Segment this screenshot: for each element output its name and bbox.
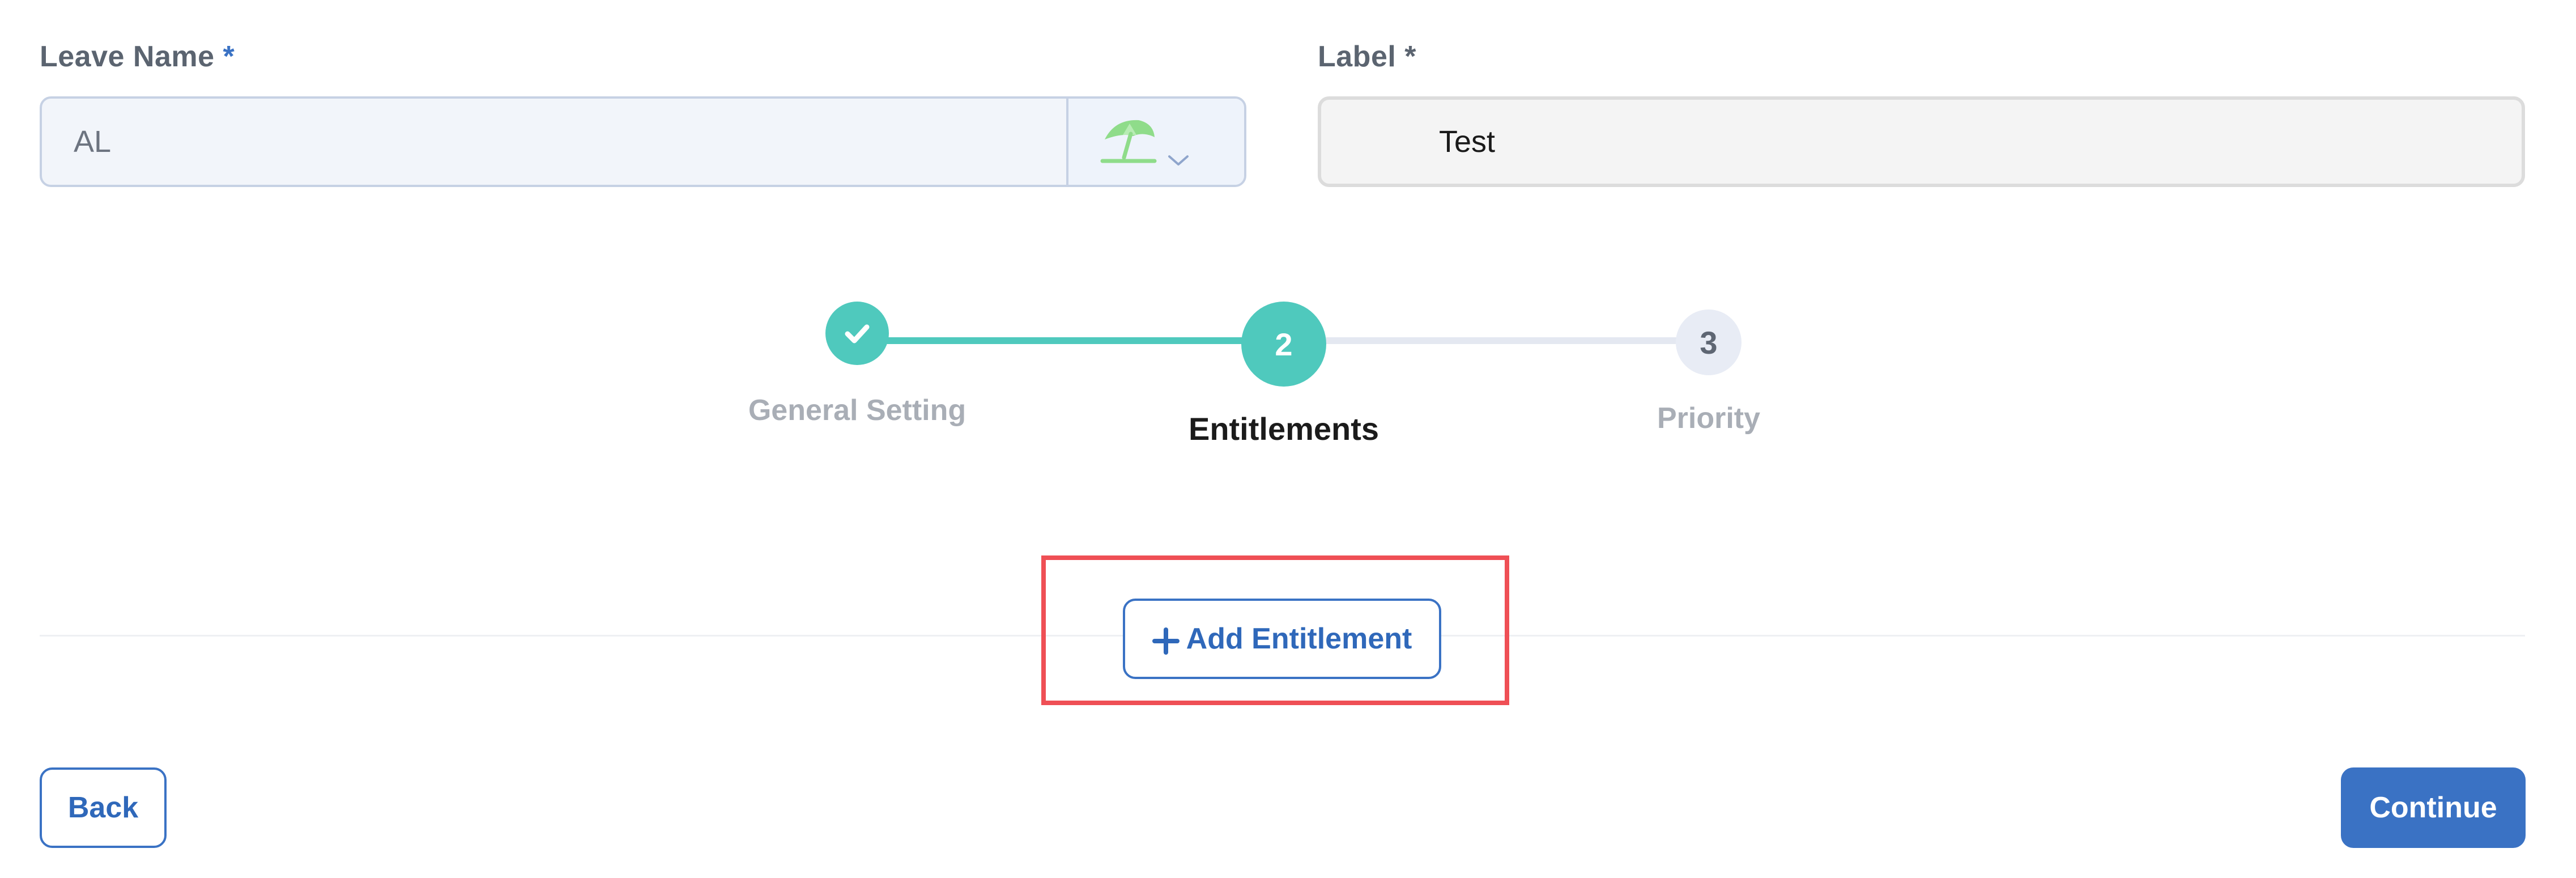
stepper-progress-line-completed <box>857 337 1284 344</box>
checkmark-icon <box>845 324 870 343</box>
icon-picker-dropdown[interactable] <box>1066 99 1244 185</box>
required-asterisk: * <box>1404 40 1417 73</box>
leave-name-input[interactable] <box>42 99 1066 185</box>
continue-button[interactable]: Continue <box>2341 767 2526 848</box>
plus-icon <box>1152 627 1180 655</box>
add-entitlement-button[interactable]: Add Entitlement <box>1123 599 1441 679</box>
stepper-progress-line-upcoming <box>1284 337 1709 344</box>
leave-name-label: Leave Name * <box>40 40 235 74</box>
label-field-label-text: Label <box>1318 40 1396 73</box>
step-2-circle: 2 <box>1241 302 1326 387</box>
required-asterisk: * <box>223 40 235 73</box>
step-label-priority: Priority <box>1657 402 1761 435</box>
label-field-label: Label * <box>1318 40 1416 74</box>
leave-name-field <box>40 96 1246 187</box>
back-button[interactable]: Back <box>40 767 167 848</box>
step-1-completed-circle <box>825 302 889 365</box>
step-label-entitlements: Entitlements <box>1188 411 1379 447</box>
label-input[interactable] <box>1318 96 2525 187</box>
leave-name-label-text: Leave Name <box>40 40 215 73</box>
step-3-circle: 3 <box>1676 309 1742 375</box>
chevron-down-icon <box>1168 155 1189 166</box>
step-label-general-setting: General Setting <box>748 394 966 427</box>
add-entitlement-label: Add Entitlement <box>1186 622 1412 655</box>
beach-umbrella-icon <box>1100 120 1157 163</box>
